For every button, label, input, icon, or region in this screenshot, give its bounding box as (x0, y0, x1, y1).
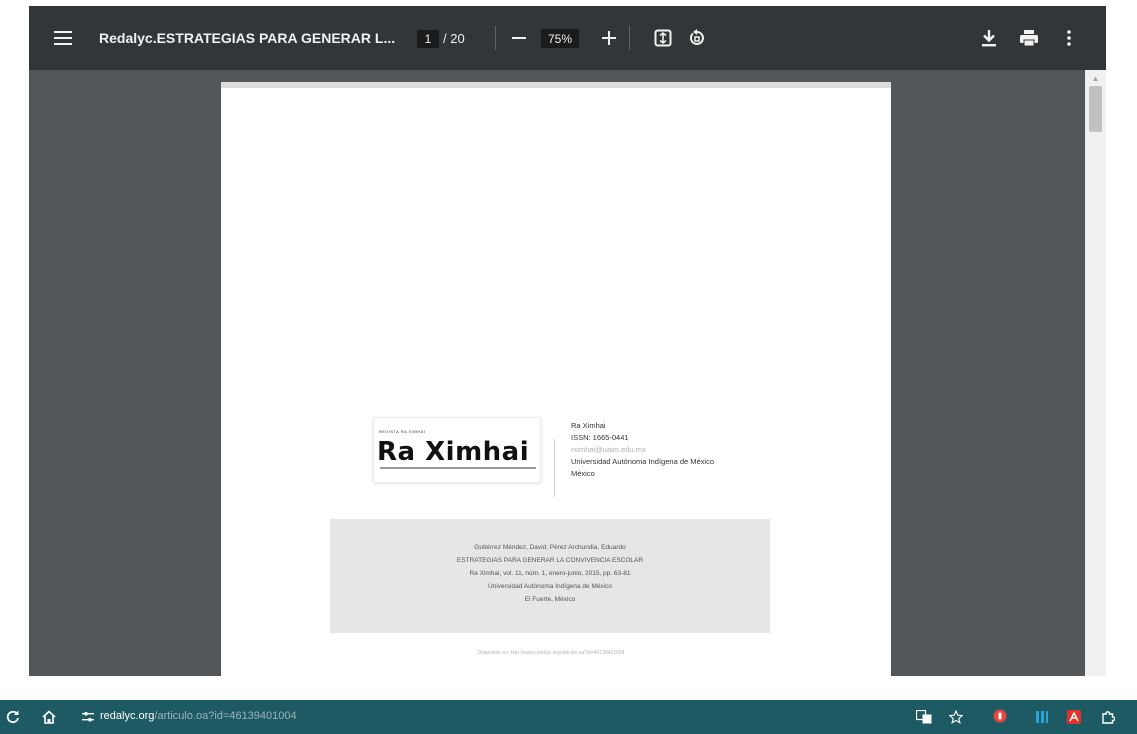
url-domain: redalyc.org (100, 710, 155, 722)
rotate-icon (690, 29, 704, 45)
zoom-input[interactable] (541, 29, 579, 48)
logo-tagline (380, 467, 536, 469)
citation-title: ESTRATEGIAS PARA GENERAR LA CONVIVENCIA … (456, 557, 644, 564)
pdf-toolbar: Redalyc.ESTRATEGIAS PARA GENERAR L... / … (29, 6, 1106, 70)
page-total: / 20 (443, 30, 465, 46)
tune-icon (82, 711, 94, 722)
url-path: /articulo.oa?id=46139401004 (154, 710, 297, 722)
pdf-extension-icon (1067, 710, 1081, 724)
citation-publisher: Universidad Autónoma Indígena de México (488, 583, 612, 590)
more-options-button[interactable] (1057, 26, 1081, 50)
page-edge (221, 82, 891, 88)
url-field[interactable]: redalyc.org/articulo.oa?id=46139401004 (100, 710, 297, 722)
journal-logo: REVISTA RA XIMHAI Ra Ximhai (373, 417, 541, 483)
pdf-page: REVISTA RA XIMHAI Ra Ximhai Ra Ximhai IS… (221, 82, 891, 676)
pdf-viewer: Redalyc.ESTRATEGIAS PARA GENERAR L... / … (29, 6, 1106, 676)
download-button[interactable] (977, 26, 1001, 50)
logo-text: Ra Ximhai (377, 437, 530, 467)
print-icon (1020, 30, 1038, 47)
minus-icon (512, 37, 526, 39)
fit-to-page-button[interactable] (651, 26, 675, 50)
translate-icon (916, 710, 932, 724)
bookmark-button[interactable] (948, 709, 964, 725)
menu-button[interactable] (51, 26, 75, 50)
toolbar-divider (495, 26, 496, 50)
menu-icon (54, 31, 72, 45)
reload-button[interactable] (6, 709, 20, 725)
extension-button[interactable] (993, 709, 1007, 723)
toolbar-divider (629, 26, 630, 50)
citation-place: El Fuerte, México (524, 596, 576, 603)
site-info-button[interactable] (80, 709, 96, 725)
star-icon (949, 710, 963, 724)
browser-address-bar: redalyc.org/articulo.oa?id=46139401004 (0, 700, 1137, 734)
citation-journal-ref: Ra Ximhai, vol. 11, núm. 1, enero-junio,… (469, 570, 631, 577)
extension-button[interactable] (1034, 709, 1050, 725)
puzzle-icon (1102, 711, 1115, 724)
home-button[interactable] (40, 708, 58, 726)
availability-link[interactable]: Disponible en: http://www.redalyc.org/ar… (221, 650, 881, 656)
zoom-in-button[interactable] (597, 26, 621, 50)
home-icon (42, 710, 56, 724)
zoom-out-button[interactable] (507, 26, 531, 50)
journal-email: rximhai@uaim.edu.mx (571, 445, 646, 454)
record-extension-icon (993, 709, 1007, 723)
citation-box: Gutiérrez Méndez, David; Pérez Archundia… (330, 519, 770, 633)
logo-divider (554, 439, 555, 497)
journal-info: Ra Ximhai ISSN: 1665-0441 rximhai@uaim.e… (571, 420, 751, 480)
plus-icon (602, 31, 616, 45)
print-button[interactable] (1017, 26, 1041, 50)
download-icon (982, 30, 996, 47)
fit-to-page-icon (654, 29, 672, 47)
document-title: Redalyc.ESTRATEGIAS PARA GENERAR L... (99, 30, 396, 46)
scrollbar[interactable] (1085, 70, 1106, 676)
logo-kicker: REVISTA RA XIMHAI (379, 429, 426, 434)
scroll-up-arrow[interactable]: ▲ (1091, 74, 1100, 83)
rotate-button[interactable] (685, 26, 709, 50)
journal-institution: Universidad Autónoma Indígena de México (571, 457, 715, 466)
reload-icon (6, 710, 19, 724)
journal-country: México (571, 469, 595, 478)
translate-button[interactable] (916, 709, 932, 725)
more-vert-icon (1067, 30, 1071, 46)
scrollbar-thumb[interactable] (1089, 86, 1102, 132)
citation-authors: Gutiérrez Méndez, David; Pérez Archundia… (474, 544, 626, 551)
grid-extension-icon (1036, 711, 1048, 723)
journal-title: Ra Ximhai (571, 421, 606, 430)
journal-issn: ISSN: 1665-0441 (571, 433, 629, 442)
extension-button[interactable] (1100, 709, 1116, 725)
page-number-input[interactable] (417, 30, 439, 48)
extension-button[interactable] (1066, 709, 1082, 725)
